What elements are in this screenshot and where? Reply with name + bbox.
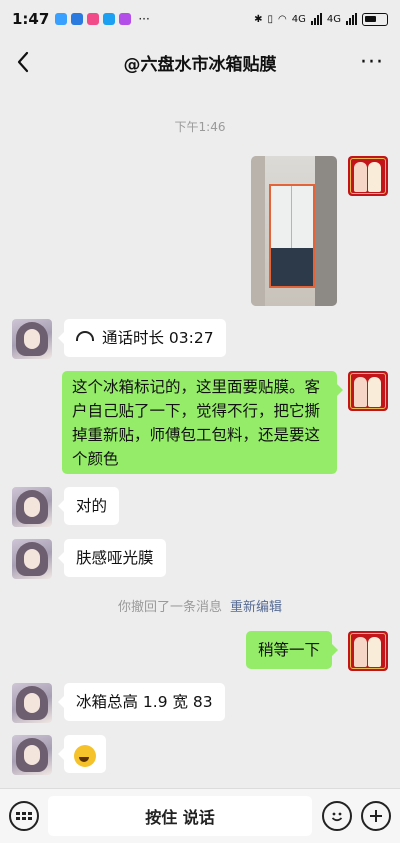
contact-avatar[interactable] xyxy=(12,735,52,775)
keyboard-toggle-icon[interactable] xyxy=(9,801,39,831)
bluetooth-icon: ✱ xyxy=(254,13,263,25)
contact-avatar[interactable] xyxy=(12,683,52,723)
status-bar: 1:47 ··· ✱ ▯ ◠ 4G 4G xyxy=(0,0,400,38)
app-notification-icon xyxy=(119,13,132,25)
re-edit-link[interactable]: 重新编辑 xyxy=(230,600,282,615)
laughing-emoji-icon xyxy=(74,744,96,767)
signal-icon xyxy=(346,13,357,25)
back-arrow-icon[interactable] xyxy=(14,50,34,74)
message-bubble[interactable]: 肤感哑光膜 xyxy=(58,539,166,577)
system-status: ✱ ▯ ◠ 4G 4G xyxy=(254,12,388,26)
app-notification-icon xyxy=(71,13,84,25)
vibrate-icon: ▯ xyxy=(267,13,274,25)
message-bubble[interactable]: 稍等一下 xyxy=(246,631,339,669)
my-avatar[interactable] xyxy=(348,156,388,196)
call-duration-text: 通话时长 03:27 xyxy=(102,329,214,347)
network-label-1: 4G xyxy=(291,13,306,25)
contact-avatar[interactable] xyxy=(12,487,52,527)
message-bubble[interactable]: 这个冰箱标记的，这里面要贴膜。客户自己贴了一下，觉得不行，把它撕掉重新贴，师傅包… xyxy=(62,371,343,474)
recall-text: 你撤回了一条消息 xyxy=(117,600,222,615)
my-avatar[interactable] xyxy=(348,631,388,671)
wifi-icon: ◠ xyxy=(278,13,287,25)
phone-icon xyxy=(76,331,94,341)
chat-area[interactable]: 下午1:46 通话时长 03:27 这个冰箱标记的，这里面要贴膜。客户自己贴了一… xyxy=(0,86,400,788)
network-label-2: 4G xyxy=(326,13,341,25)
call-record-bubble[interactable]: 通话时长 03:27 xyxy=(58,319,226,357)
app-notification-icon xyxy=(55,13,68,25)
emoji-icon[interactable] xyxy=(322,801,352,831)
chat-header: @六盘水市冰箱贴膜 ··· xyxy=(0,38,400,86)
message-bubble[interactable]: 对的 xyxy=(57,487,120,525)
fridge-photo-message[interactable] xyxy=(251,156,337,306)
contact-avatar[interactable] xyxy=(12,539,52,579)
message-timestamp: 下午1:46 xyxy=(174,120,226,134)
more-notifications-icon: ··· xyxy=(138,12,150,26)
more-options-icon[interactable]: ··· xyxy=(360,50,384,75)
notification-icons: ··· xyxy=(55,12,150,26)
add-more-icon[interactable] xyxy=(361,801,391,831)
message-text: 对的 xyxy=(76,497,108,515)
message-text: 稍等一下 xyxy=(258,641,321,659)
contact-avatar[interactable] xyxy=(12,319,52,359)
app-notification-icon xyxy=(103,13,116,25)
recall-notice: 你撤回了一条消息 重新编辑 xyxy=(0,596,400,615)
message-text: 这个冰箱标记的，这里面要贴膜。客户自己贴了一下，觉得不行，把它撕掉重新贴，师傅包… xyxy=(72,378,321,468)
status-time: 1:47 xyxy=(12,10,50,28)
message-text: 肤感哑光膜 xyxy=(76,549,154,567)
battery-icon xyxy=(362,12,388,26)
hold-to-talk-button[interactable]: 按住 说话 xyxy=(48,796,312,836)
my-avatar[interactable] xyxy=(348,371,388,411)
message-text: 冰箱总高 1.9 宽 83 xyxy=(76,693,213,711)
signal-icon xyxy=(310,13,322,25)
chat-title: @六盘水市冰箱贴膜 xyxy=(123,54,277,75)
emoji-message-bubble[interactable] xyxy=(58,735,106,773)
message-bubble[interactable]: 冰箱总高 1.9 宽 83 xyxy=(58,683,225,721)
input-bar: 按住 说话 xyxy=(0,788,400,843)
app-notification-icon xyxy=(87,13,100,25)
